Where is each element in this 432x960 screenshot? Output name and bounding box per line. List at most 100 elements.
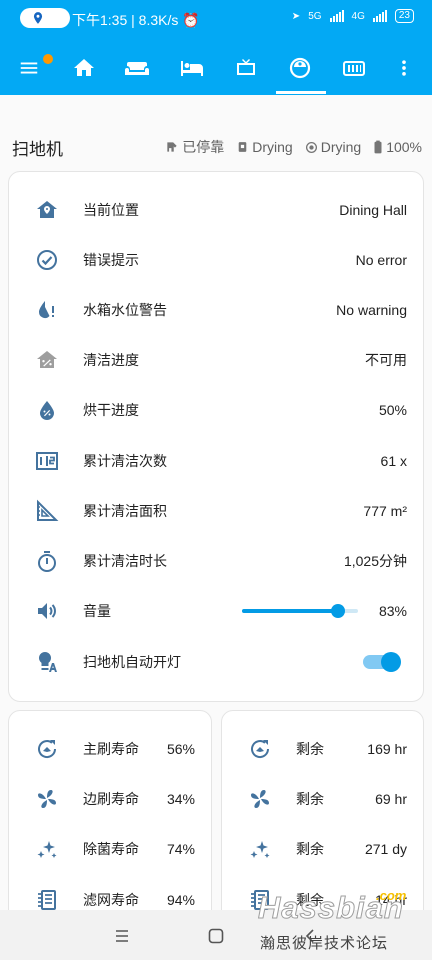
- home-map-marker-icon: [33, 196, 61, 224]
- status-speed: 8.3K/s: [138, 12, 179, 28]
- watermark-suffix: .com: [376, 888, 407, 903]
- row-value: 169 hr: [367, 741, 407, 757]
- row-label: 剩余: [296, 841, 324, 857]
- row-value: No error: [355, 252, 407, 268]
- robot-vacuum-icon: [289, 57, 311, 79]
- row-water-tank-warning[interactable]: 水箱水位警告 No warning: [9, 285, 423, 335]
- main-brush-icon: [246, 735, 274, 763]
- row-value: 83%: [378, 603, 407, 619]
- tab-robot-vacuum[interactable]: [280, 44, 320, 92]
- recents-icon: [116, 930, 128, 942]
- dock-status[interactable]: 已停靠: [165, 137, 224, 157]
- row-value: No warning: [336, 302, 407, 318]
- row-value: 不可用: [365, 352, 407, 368]
- row-total-clean-count[interactable]: 累计清洁次数 61 x: [9, 436, 423, 486]
- tab-tv[interactable]: [226, 44, 266, 92]
- row-value: 94%: [166, 892, 195, 908]
- battery-status[interactable]: 100%: [373, 139, 422, 155]
- navigation-icon: ➤: [291, 10, 301, 22]
- remote-icon: [343, 61, 365, 76]
- row-clean-progress[interactable]: 清洁进度 不可用: [9, 335, 423, 385]
- row-label: 剩余: [296, 791, 324, 807]
- row-value: 56%: [166, 741, 195, 757]
- sterilize-icon: [33, 835, 61, 863]
- row-label: 清洁进度: [83, 352, 139, 368]
- vacuum-status-card: 当前位置 Dining Hall 错误提示 No error 水箱水位警告 No…: [8, 171, 424, 702]
- watermark-tagline: 瀚思彼岸技术论坛: [260, 935, 389, 952]
- row-value: 74%: [166, 841, 195, 857]
- bed-icon: [181, 61, 203, 76]
- status-time: 下午1:35: [72, 12, 128, 28]
- row-side-brush-life[interactable]: 边刷寿命 34%: [9, 774, 211, 824]
- volume-slider[interactable]: [242, 604, 358, 618]
- status-bar: 下午1:35 | 8.3K/s ⏰ ➤ 5G 4G 23: [0, 0, 432, 36]
- tv-icon: [237, 59, 255, 75]
- mop-mode-icon: [238, 142, 247, 152]
- home-button[interactable]: [204, 924, 228, 948]
- water-percent-icon: [33, 396, 61, 424]
- device-header: 扫地机 已停靠 Drying Drying 100%: [12, 130, 422, 164]
- overflow-menu-button[interactable]: [384, 44, 424, 92]
- row-label: 除菌寿命: [83, 841, 139, 857]
- row-label: 滤网寿命: [83, 892, 139, 908]
- more-vert-icon: [402, 60, 406, 76]
- alarm-icon: ⏰: [182, 12, 200, 28]
- row-label: 当前位置: [83, 202, 139, 218]
- counter-icon: [33, 447, 61, 475]
- main-brush-icon: [33, 735, 61, 763]
- recents-button[interactable]: [110, 924, 134, 948]
- row-drying-progress[interactable]: 烘干进度 50%: [9, 385, 423, 435]
- row-main-brush-life[interactable]: 主刷寿命 56%: [9, 724, 211, 774]
- lightbulb-auto-icon: [33, 648, 61, 676]
- row-total-clean-time[interactable]: 累计清洁时长 1,025分钟: [9, 536, 423, 586]
- side-brush-icon: [33, 785, 61, 813]
- row-value: 777 m²: [363, 503, 407, 519]
- row-label: 累计清洁时长: [83, 553, 167, 569]
- auto-light-toggle[interactable]: [363, 652, 401, 672]
- row-value: 34%: [166, 791, 195, 807]
- mode-status[interactable]: Drying: [236, 139, 293, 155]
- volume-icon: [33, 597, 61, 625]
- tab-bedroom[interactable]: [172, 44, 212, 92]
- location-icon: [33, 12, 43, 24]
- slider-thumb[interactable]: [331, 604, 346, 618]
- tab-home[interactable]: [64, 44, 104, 92]
- row-label: 主刷寿命: [83, 741, 139, 757]
- task-status[interactable]: Drying: [305, 139, 361, 155]
- robot-status-icon: [305, 141, 317, 153]
- row-value: 271 dy: [364, 841, 407, 857]
- row-value: 61 x: [380, 453, 407, 469]
- row-main-brush-remaining[interactable]: 剩余 169 hr: [222, 724, 423, 774]
- battery-icon: [374, 140, 382, 154]
- row-sterilize-remaining[interactable]: 剩余 271 dy: [222, 824, 423, 874]
- menu-button[interactable]: [9, 44, 53, 92]
- network-5g: 5G: [308, 10, 322, 22]
- row-error[interactable]: 错误提示 No error: [9, 235, 423, 285]
- tab-remote[interactable]: [334, 44, 374, 92]
- notification-badge: [43, 54, 53, 64]
- row-value: Dining Hall: [339, 202, 407, 218]
- watermark-logo: Hassbian .com 瀚思彼岸技术论坛: [252, 888, 422, 954]
- sterilize-icon: [246, 835, 274, 863]
- row-total-clean-area[interactable]: 累计清洁面积 777 m²: [9, 486, 423, 536]
- row-label: 边刷寿命: [83, 791, 139, 807]
- row-value: 1,025分钟: [343, 553, 407, 569]
- row-current-location[interactable]: 当前位置 Dining Hall: [9, 185, 423, 235]
- device-status-bar: 已停靠 Drying Drying 100%: [165, 137, 422, 157]
- signal-icon-2: [372, 10, 387, 22]
- row-label: 错误提示: [83, 252, 139, 268]
- row-label: 剩余: [296, 741, 324, 757]
- row-label: 水箱水位警告: [83, 302, 167, 318]
- app-bar: [0, 44, 432, 92]
- timer-icon: [33, 547, 61, 575]
- consumable-life-card: 主刷寿命 56% 边刷寿命 34% 除菌寿命 74% 滤网寿命 94%: [8, 710, 212, 940]
- row-side-brush-remaining[interactable]: 剩余 69 hr: [222, 774, 423, 824]
- signal-icon: [329, 10, 344, 22]
- page-title: 扫地机: [12, 139, 63, 159]
- tab-living-room[interactable]: [117, 44, 157, 92]
- check-circle-icon: [33, 246, 61, 274]
- row-sterilize-life[interactable]: 除菌寿命 74%: [9, 824, 211, 874]
- toggle-knob: [381, 652, 401, 672]
- row-value: 50%: [378, 402, 407, 418]
- status-right: ➤ 5G 4G 23: [292, 9, 414, 23]
